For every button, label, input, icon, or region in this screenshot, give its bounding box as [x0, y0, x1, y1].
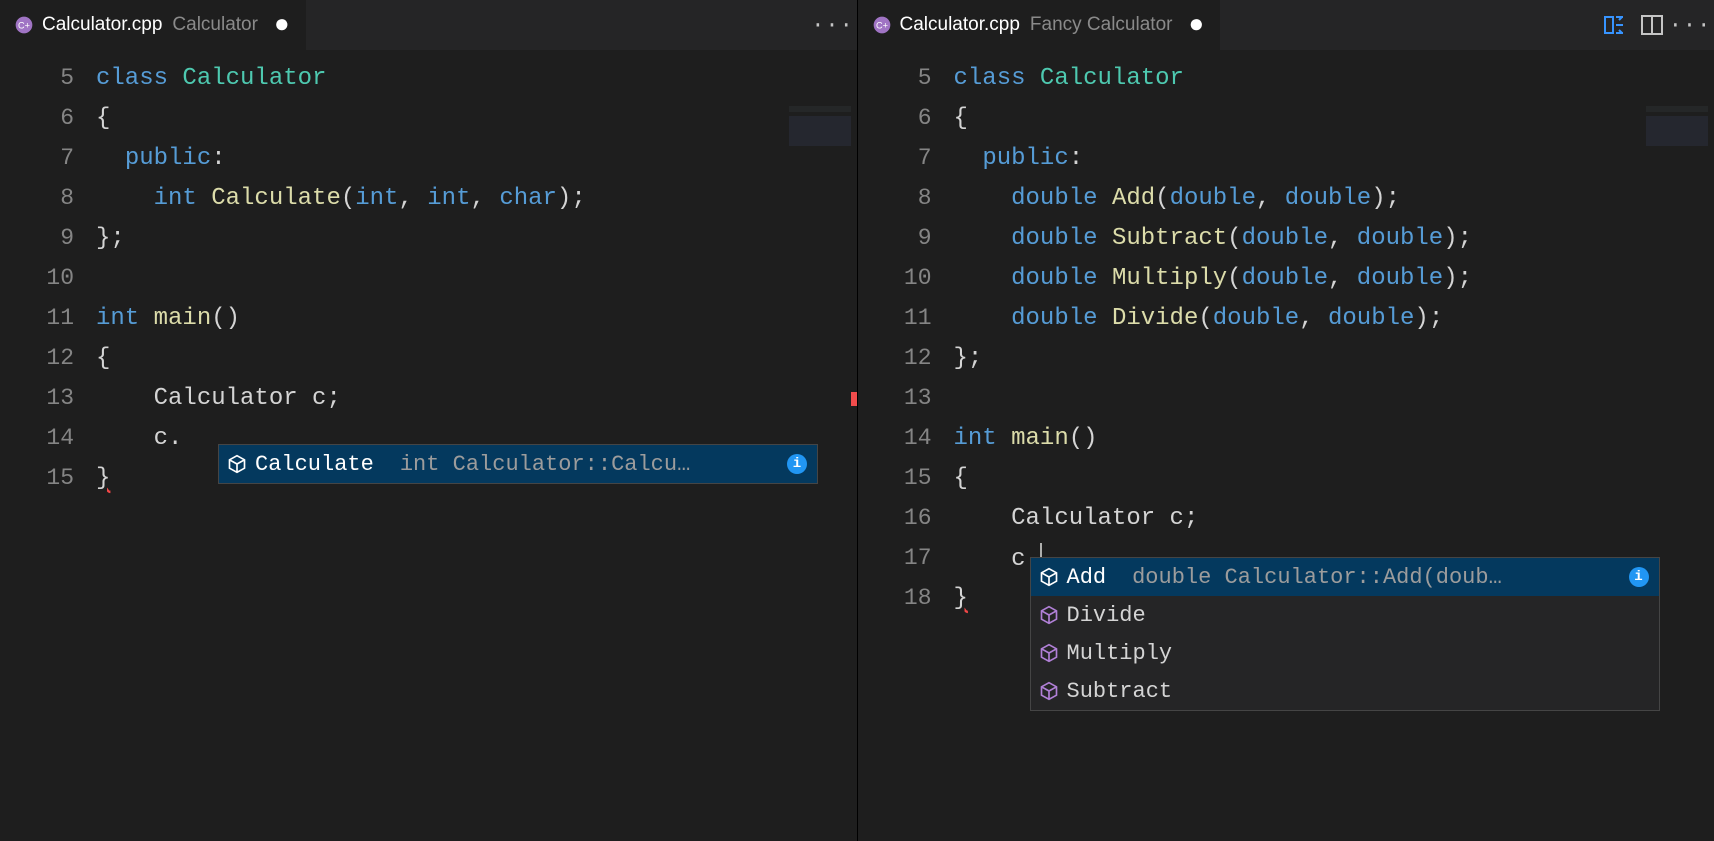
- code-line[interactable]: 16 Calculator c;: [858, 498, 1714, 538]
- line-number: 14: [0, 425, 96, 451]
- method-icon: [227, 454, 247, 474]
- intellisense-detail: double Calculator::Add(doub…: [1132, 565, 1502, 590]
- info-icon[interactable]: i: [787, 454, 807, 474]
- minimap[interactable]: [1646, 106, 1708, 158]
- code-line[interactable]: 13 Calculator c;: [0, 378, 857, 418]
- code-line[interactable]: 14 int main(): [858, 418, 1714, 458]
- line-number: 16: [858, 505, 954, 531]
- line-number: 7: [0, 145, 96, 171]
- line-number: 12: [858, 345, 954, 371]
- cpp-file-icon: C+: [872, 15, 892, 35]
- intellisense-item[interactable]: Divide: [1031, 596, 1659, 634]
- code-line[interactable]: 7 public:: [0, 138, 857, 178]
- line-number: 10: [0, 265, 96, 291]
- tab-bar: C+ Calculator.cpp Fancy Calculator ● ···: [858, 0, 1714, 50]
- compare-changes-icon[interactable]: [1602, 13, 1626, 37]
- line-number: 15: [858, 465, 954, 491]
- code-editor[interactable]: 5 class Calculator 6 { 7 public: 8 int C…: [0, 50, 857, 841]
- intellisense-item[interactable]: Calculate int Calculator::Calcu… i: [219, 445, 817, 483]
- code-line[interactable]: 5 class Calculator: [0, 58, 857, 98]
- overview-error-tick[interactable]: [851, 392, 857, 406]
- line-number: 7: [858, 145, 954, 171]
- cpp-file-icon: C+: [14, 15, 34, 35]
- code-line[interactable]: 9 };: [0, 218, 857, 258]
- intellisense-label: Multiply: [1067, 641, 1173, 666]
- line-number: 17: [858, 545, 954, 571]
- svg-text:C+: C+: [18, 20, 30, 30]
- line-number: 13: [858, 385, 954, 411]
- code-line[interactable]: 8 double Add(double, double);: [858, 178, 1714, 218]
- editor-pane-left: C+ Calculator.cpp Calculator ● ··· 5 cla…: [0, 0, 858, 841]
- intellisense-label: Subtract: [1067, 679, 1173, 704]
- line-number: 18: [858, 585, 954, 611]
- intellisense-popup[interactable]: Calculate int Calculator::Calcu… i: [218, 444, 818, 484]
- line-number: 5: [858, 65, 954, 91]
- more-actions-icon[interactable]: ···: [1678, 13, 1702, 37]
- method-icon: [1039, 643, 1059, 663]
- code-line[interactable]: 13: [858, 378, 1714, 418]
- method-icon: [1039, 567, 1059, 587]
- intellisense-item[interactable]: Add double Calculator::Add(doub… i: [1031, 558, 1659, 596]
- intellisense-label: Divide: [1067, 603, 1146, 628]
- code-line[interactable]: 6 {: [858, 98, 1714, 138]
- line-number: 6: [0, 105, 96, 131]
- code-line[interactable]: 12 };: [858, 338, 1714, 378]
- line-number: 12: [0, 345, 96, 371]
- info-icon[interactable]: i: [1629, 567, 1649, 587]
- code-line[interactable]: 15 {: [858, 458, 1714, 498]
- code-editor[interactable]: 5 class Calculator 6 { 7 public: 8 doubl…: [858, 50, 1714, 841]
- method-icon: [1039, 605, 1059, 625]
- line-number: 11: [0, 305, 96, 331]
- code-line[interactable]: 9 double Subtract(double, double);: [858, 218, 1714, 258]
- line-number: 10: [858, 265, 954, 291]
- line-number: 8: [858, 185, 954, 211]
- code-line[interactable]: 12 {: [0, 338, 857, 378]
- editor-tab[interactable]: C+ Calculator.cpp Calculator ●: [0, 0, 307, 50]
- intellisense-item[interactable]: Multiply: [1031, 634, 1659, 672]
- code-line[interactable]: 11 int main(): [0, 298, 857, 338]
- code-line[interactable]: 5 class Calculator: [858, 58, 1714, 98]
- line-number: 11: [858, 305, 954, 331]
- code-line[interactable]: 6 {: [0, 98, 857, 138]
- tab-bar: C+ Calculator.cpp Calculator ● ···: [0, 0, 857, 50]
- minimap[interactable]: [789, 106, 851, 158]
- tab-actions: ···: [821, 0, 845, 50]
- tab-actions: ···: [1602, 0, 1702, 50]
- line-number: 8: [0, 185, 96, 211]
- intellisense-item[interactable]: Subtract: [1031, 672, 1659, 710]
- method-icon: [1039, 681, 1059, 701]
- code-line[interactable]: 11 double Divide(double, double);: [858, 298, 1714, 338]
- tab-filename: Calculator.cpp: [900, 14, 1020, 36]
- svg-text:C+: C+: [876, 20, 888, 30]
- line-number: 13: [0, 385, 96, 411]
- code-line[interactable]: 7 public:: [858, 138, 1714, 178]
- code-line[interactable]: 10 double Multiply(double, double);: [858, 258, 1714, 298]
- tab-subtitle: Calculator: [172, 14, 258, 36]
- editor-pane-right: C+ Calculator.cpp Fancy Calculator ● ···…: [858, 0, 1714, 841]
- tab-filename: Calculator.cpp: [42, 14, 162, 36]
- intellisense-popup[interactable]: Add double Calculator::Add(doub… i Divid…: [1030, 557, 1660, 711]
- intellisense-label: Add: [1067, 565, 1107, 590]
- line-number: 6: [858, 105, 954, 131]
- line-number: 9: [858, 225, 954, 251]
- more-actions-icon[interactable]: ···: [821, 13, 845, 37]
- line-number: 15: [0, 465, 96, 491]
- tab-subtitle: Fancy Calculator: [1030, 14, 1173, 36]
- intellisense-label: Calculate: [255, 452, 374, 477]
- split-editor-icon[interactable]: [1640, 13, 1664, 37]
- line-number: 5: [0, 65, 96, 91]
- line-number: 14: [858, 425, 954, 451]
- intellisense-detail: int Calculator::Calcu…: [400, 452, 690, 477]
- line-number: 9: [0, 225, 96, 251]
- editor-tab[interactable]: C+ Calculator.cpp Fancy Calculator ●: [858, 0, 1222, 50]
- code-line[interactable]: 10: [0, 258, 857, 298]
- code-line[interactable]: 8 int Calculate(int, int, char);: [0, 178, 857, 218]
